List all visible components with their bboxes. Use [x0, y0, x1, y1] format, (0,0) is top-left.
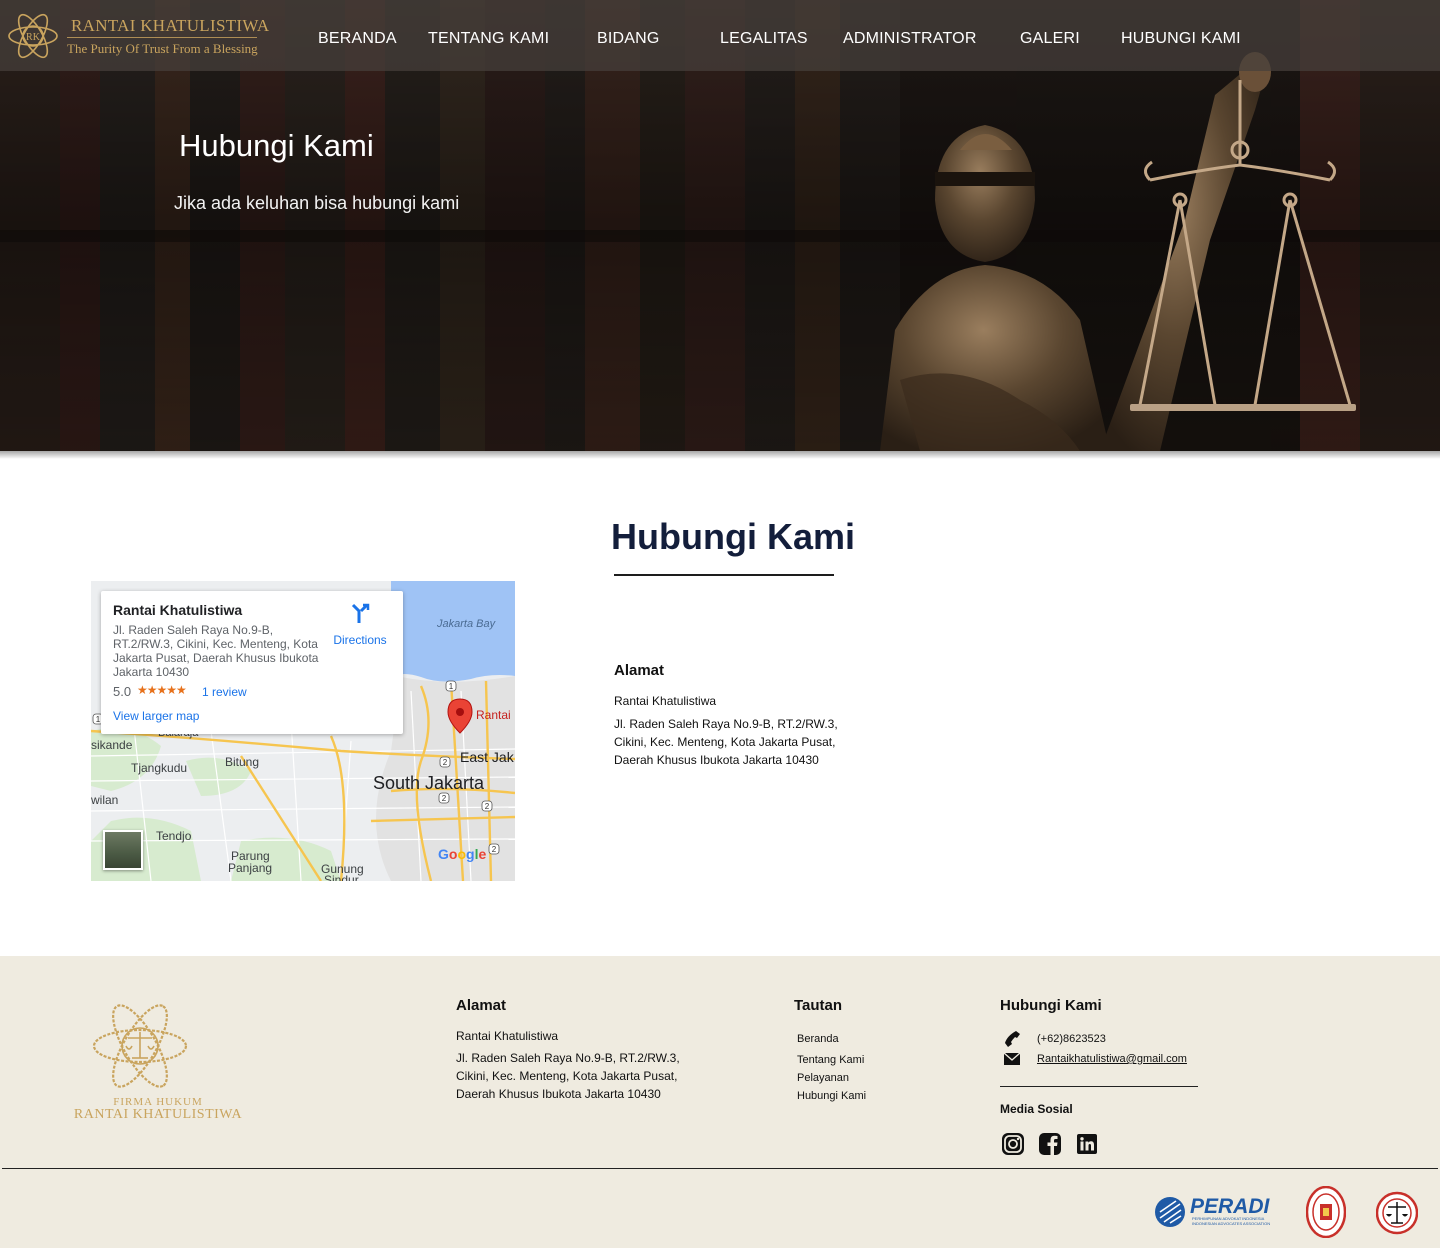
- map-label-pin: Rantai: [476, 708, 511, 722]
- hero-shadow: [0, 451, 1440, 459]
- peradi-logo: PERADI PERHIMPUNAN ADVOKAT INDONESIA IND…: [1154, 1194, 1288, 1228]
- directions-icon: [351, 603, 370, 623]
- brand-name: RANTAI KHATULISTIWA: [71, 16, 270, 35]
- svg-text:2: 2: [442, 794, 447, 803]
- nav-hubungi-kami[interactable]: HUBUNGI KAMI: [1121, 30, 1241, 48]
- address-name: Rantai Khatulistiwa: [614, 694, 717, 708]
- footer-social-title: Media Sosial: [1000, 1102, 1073, 1116]
- hero-banner: RK RANTAI KHATULISTIWA The Purity Of Tru…: [0, 0, 1440, 451]
- nav-galeri[interactable]: GALERI: [1020, 30, 1080, 48]
- section-title-underline: [614, 574, 834, 576]
- svg-text:2: 2: [443, 758, 448, 767]
- brand-emblem-icon: RK: [8, 13, 58, 59]
- peradi-emblem-icon: [1155, 1197, 1185, 1227]
- map-place-name: Rantai Khatulistiwa: [113, 602, 243, 618]
- footer-address-name: Rantai Khatulistiwa: [456, 1029, 559, 1043]
- map-label-wilan: wilan: [91, 793, 119, 807]
- hero-subtitle: Jika ada keluhan bisa hubungi kami: [174, 193, 460, 213]
- address-title: Alamat: [614, 662, 665, 679]
- nav-bidang[interactable]: BIDANG: [597, 30, 660, 48]
- footer-contact-divider: [1000, 1086, 1198, 1087]
- svg-text:1: 1: [449, 682, 454, 691]
- nav-beranda[interactable]: BERANDA: [318, 30, 397, 48]
- brand-logo[interactable]: RK RANTAI KHATULISTIWA The Purity Of Tru…: [5, 8, 269, 64]
- svg-text:2: 2: [492, 845, 497, 854]
- map-label-bay: Jakarta Bay: [437, 618, 496, 630]
- advocate-seal-icon: [1376, 1191, 1418, 1235]
- footer-divider-line: [2, 1168, 1438, 1169]
- phone-icon: [1005, 1031, 1020, 1047]
- footer-link-beranda[interactable]: Beranda: [797, 1033, 839, 1045]
- footer-emblem-icon: [92, 1004, 188, 1088]
- footer-links-title: Tautan: [794, 997, 843, 1014]
- footer-logo[interactable]: FIRMA HUKUM RANTAI KHATULISTIWA: [68, 1000, 242, 1124]
- nav-legalitas[interactable]: LEGALITAS: [720, 30, 808, 48]
- email-icon: [1004, 1053, 1020, 1065]
- map-rating-stars: ★★★★★: [137, 683, 187, 697]
- directions-label: Directions: [333, 633, 387, 647]
- satellite-toggle[interactable]: [103, 830, 143, 870]
- map-label-south-jakarta: South Jakarta: [373, 773, 485, 793]
- footer-phone[interactable]: (+62)8623523: [1037, 1033, 1106, 1045]
- map-label-panjang: Panjang: [228, 861, 273, 875]
- footer-contact-title: Hubungi Kami: [1000, 997, 1102, 1014]
- instagram-icon[interactable]: [1001, 1132, 1025, 1156]
- linkedin-icon[interactable]: [1075, 1132, 1099, 1156]
- view-larger-map-link[interactable]: View larger map: [113, 709, 199, 723]
- footer-address-title: Alamat: [456, 997, 507, 1014]
- nav-administrator[interactable]: ADMINISTRATOR: [843, 30, 977, 48]
- footer: FIRMA HUKUM RANTAI KHATULISTIWA Alamat R…: [0, 956, 1440, 1248]
- map-reviews-link[interactable]: 1 review: [202, 685, 247, 699]
- map-label-tendjo: Tendjo: [156, 829, 192, 843]
- embedded-map[interactable]: 1 1 2 2 2 2 Jakarta Bay Rantai East Jak …: [91, 581, 515, 881]
- top-navbar: RK RANTAI KHATULISTIWA The Purity Of Tru…: [0, 0, 1440, 71]
- svg-text:2: 2: [485, 802, 490, 811]
- brand-tagline: The Purity Of Trust From a Blessing: [67, 41, 258, 56]
- footer-link-hubungi-kami[interactable]: Hubungi Kami: [797, 1090, 866, 1102]
- footer-email-link[interactable]: Rantaikhatulistiwa@gmail.com: [1037, 1053, 1187, 1065]
- hero-title: Hubungi Kami: [179, 128, 374, 163]
- map-label-sikande: sikande: [91, 738, 133, 752]
- map-label-bitung: Bitung: [225, 755, 260, 769]
- map-label-east: East Jak: [460, 749, 514, 765]
- google-logo: Google: [438, 846, 487, 862]
- map-info-card: Rantai Khatulistiwa Jl. Raden Saleh Raya…: [101, 591, 403, 734]
- svg-text:RK: RK: [26, 32, 41, 43]
- footer-link-pelayanan[interactable]: Pelayanan: [797, 1072, 849, 1084]
- map-label-tjangkudu: Tjangkudu: [131, 761, 188, 775]
- footer-address-body: Jl. Raden Saleh Raya No.9-B, RT.2/RW.3, …: [456, 1051, 680, 1101]
- map-place-address: Jl. Raden Saleh Raya No.9-B, RT.2/RW.3, …: [113, 623, 319, 679]
- facebook-icon[interactable]: [1038, 1132, 1062, 1156]
- map-label-sindur: Sindur: [324, 873, 359, 881]
- bar-association-seal-icon: [1306, 1186, 1346, 1238]
- brand-divider: [67, 37, 257, 38]
- footer-logo-line2: RANTAI KHATULISTIWA: [73, 1107, 243, 1122]
- peradi-subtitle-2: INDONESIAN ADVOCATES ASSOCIATION: [1192, 1221, 1271, 1226]
- nav-tentang-kami[interactable]: TENTANG KAMI: [428, 30, 549, 48]
- map-rating-value: 5.0: [113, 684, 132, 699]
- section-title: Hubungi Kami: [611, 516, 855, 557]
- directions-button[interactable]: Directions: [327, 601, 393, 651]
- address-body: Jl. Raden Saleh Raya No.9-B, RT.2/RW.3, …: [614, 717, 838, 767]
- footer-link-tentang-kami[interactable]: Tentang Kami: [797, 1054, 864, 1066]
